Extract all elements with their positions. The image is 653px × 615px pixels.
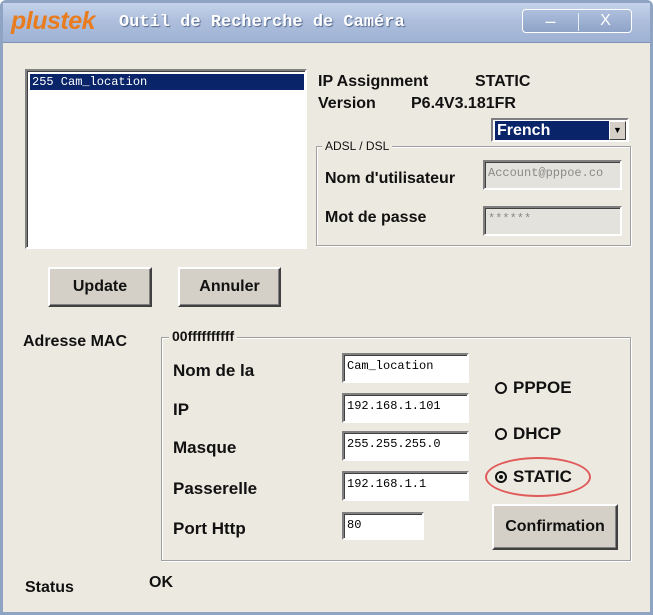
port-field[interactable]: 80 xyxy=(342,512,424,540)
window-title: Outil de Recherche de Caméra xyxy=(119,13,405,32)
password-field[interactable]: ****** xyxy=(483,206,622,236)
mask-field[interactable]: 255.255.255.0 xyxy=(342,431,469,461)
radio-pppoe[interactable]: PPPOE xyxy=(495,378,572,398)
chevron-down-icon[interactable]: ▼ xyxy=(609,121,626,140)
ip-field[interactable]: 192.168.1.101 xyxy=(342,393,469,423)
status-label: Status xyxy=(25,579,74,596)
close-icon: X xyxy=(600,12,611,29)
version-value: P6.4V3.181FR xyxy=(411,95,516,112)
update-button[interactable]: Update xyxy=(48,267,152,307)
username-field[interactable]: Account@pppoe.co xyxy=(483,160,622,190)
minimize-icon: – xyxy=(545,11,556,31)
ip-label: IP xyxy=(173,400,190,419)
gateway-label: Passerelle xyxy=(173,479,258,498)
ip-assignment-label: IP Assignment xyxy=(318,73,429,90)
radio-pppoe-label: PPPOE xyxy=(513,378,572,397)
ip-assignment-value: STATIC xyxy=(475,73,531,90)
main-window: plustek Outil de Recherche de Caméra – X… xyxy=(0,0,653,615)
minimize-button[interactable]: – xyxy=(523,10,578,32)
language-selected: French xyxy=(495,121,609,140)
name-label: Nom de la xyxy=(173,361,255,380)
radio-static-indicator xyxy=(495,471,507,483)
cancel-button[interactable]: Annuler xyxy=(178,267,281,307)
name-field[interactable]: Cam_location xyxy=(342,353,469,383)
list-item-camera[interactable]: 255 Cam_location xyxy=(30,74,304,90)
language-select[interactable]: French ▼ xyxy=(491,118,629,142)
radio-dhcp[interactable]: DHCP xyxy=(495,424,561,444)
password-label: Mot de passe xyxy=(325,209,427,226)
gateway-field[interactable]: 192.168.1.1 xyxy=(342,471,469,501)
mask-label: Masque xyxy=(173,438,237,457)
radio-dhcp-label: DHCP xyxy=(513,424,562,443)
window-controls: – X xyxy=(522,9,632,33)
port-label: Port Http xyxy=(173,519,246,538)
username-label: Nom d'utilisateur xyxy=(325,170,456,187)
plustek-logo: plustek xyxy=(11,7,96,35)
radio-static-label: STATIC xyxy=(513,467,572,486)
title-bar[interactable]: plustek Outil de Recherche de Caméra – X xyxy=(3,3,650,43)
status-value: OK xyxy=(149,574,173,591)
radio-pppoe-indicator xyxy=(495,382,507,394)
adsl-legend: ADSL / DSL xyxy=(322,139,393,153)
mac-address-value: 00ffffffffff xyxy=(169,328,238,344)
confirm-button[interactable]: Confirmation xyxy=(492,504,618,550)
mac-address-label: Adresse MAC xyxy=(23,333,128,350)
camera-list[interactable]: 255 Cam_location xyxy=(25,69,307,249)
version-label: Version xyxy=(318,95,376,112)
radio-static[interactable]: STATIC xyxy=(495,467,572,487)
radio-dhcp-indicator xyxy=(495,428,507,440)
close-button[interactable]: X xyxy=(578,10,633,32)
